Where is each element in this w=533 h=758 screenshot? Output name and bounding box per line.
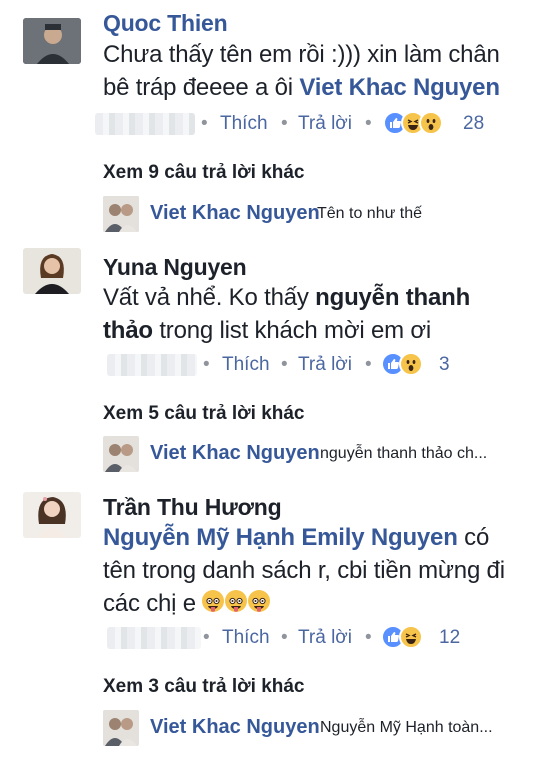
comment-1: Quoc Thien Chưa thấy tên em rồi :))) xin… (0, 0, 533, 240)
avatar[interactable] (23, 492, 81, 538)
timestamp-blurred (107, 354, 197, 376)
comment-text-part: Vất vả nhể. Ko thấy (103, 284, 316, 311)
separator-dot: • (201, 113, 208, 134)
like-button[interactable]: Thích (220, 110, 268, 138)
reply-avatar[interactable] (103, 436, 139, 472)
reply-avatar[interactable] (103, 196, 139, 232)
reaction-count[interactable]: 12 (439, 624, 460, 652)
separator-dot: • (203, 627, 210, 648)
avatar-photo-icon (103, 710, 139, 746)
mention-link[interactable]: Emily Nguyen (301, 524, 458, 551)
avatar-photo-icon (23, 492, 81, 538)
view-more-replies-link[interactable]: Xem 5 câu trả lời khác (103, 403, 305, 425)
avatar[interactable] (23, 18, 81, 64)
reply-preview[interactable]: Viet Khac Nguyen Tên to như thế (103, 196, 523, 234)
like-button[interactable]: Thích (222, 624, 270, 652)
mention-link[interactable]: Viet Khac Nguyen (299, 74, 500, 101)
wow-reaction-icon (399, 352, 423, 376)
reply-text: Tên to như thế (317, 205, 422, 222)
separator-dot: • (365, 354, 372, 375)
reaction-count[interactable]: 3 (439, 351, 450, 379)
timestamp-blurred (95, 113, 195, 135)
comment-actions: • Thích • Trả lời • 28 (95, 110, 503, 138)
reply-text: nguyễn thanh thảo ch... (320, 445, 488, 462)
timestamp-blurred (107, 627, 201, 649)
comment-text: Vất vả nhể. Ko thấy nguyễn thanh thảo tr… (103, 281, 523, 347)
avatar-photo-icon (103, 196, 139, 232)
separator-dot: • (281, 627, 288, 648)
commenter-name[interactable]: Quoc Thien (103, 10, 228, 37)
reply-preview[interactable]: Viet Khac Nguyen Nguyễn Mỹ Hạnh toàn... (103, 710, 523, 748)
reply-button[interactable]: Trả lời (298, 624, 352, 652)
commenter-name[interactable]: Yuna Nguyen (103, 254, 247, 281)
reply-author-name[interactable]: Viet Khac Nguyen (150, 442, 320, 465)
commenter-name[interactable]: Trần Thu Hương (103, 494, 282, 521)
avatar[interactable] (23, 248, 81, 294)
avatar-photo-icon (23, 248, 81, 294)
tongue-out-emoji-icon (225, 590, 248, 612)
comment-3: Trần Thu Hương Nguyễn Mỹ Hạnh Emily Nguy… (0, 484, 533, 758)
comment-actions: • Thích • Trả lời • 3 (103, 351, 503, 379)
comment-text: Nguyễn Mỹ Hạnh Emily Nguyen có tên trong… (103, 521, 523, 620)
reaction-count[interactable]: 28 (463, 110, 484, 138)
view-more-replies-link[interactable]: Xem 9 câu trả lời khác (103, 162, 305, 184)
separator-dot: • (281, 354, 288, 375)
comment-actions: • Thích • Trả lời • 12 (103, 624, 503, 652)
reply-button[interactable]: Trả lời (298, 351, 352, 379)
reply-preview[interactable]: Viet Khac Nguyen nguyễn thanh thảo ch... (103, 436, 523, 474)
tongue-out-emoji-icon (248, 590, 271, 612)
separator-dot: • (281, 113, 288, 134)
reply-author-name[interactable]: Viet Khac Nguyen (150, 716, 320, 739)
reactions-summary[interactable] (383, 111, 463, 137)
tongue-out-emoji-icon (202, 590, 225, 612)
comment-text-part: trong list khách mời em ơi (152, 317, 432, 344)
separator-dot: • (365, 627, 372, 648)
mention-link[interactable]: Nguyễn Mỹ Hạnh (103, 524, 295, 551)
like-button[interactable]: Thích (222, 351, 270, 379)
reply-text: Nguyễn Mỹ Hạnh toàn... (320, 719, 493, 736)
wow-reaction-icon (419, 111, 443, 135)
comment-text: Chưa thấy tên em rồi :))) xin làm chân b… (103, 38, 523, 104)
reply-avatar[interactable] (103, 710, 139, 746)
separator-dot: • (203, 354, 210, 375)
reactions-summary[interactable] (381, 352, 441, 378)
separator-dot: • (365, 113, 372, 134)
reactions-summary[interactable] (381, 625, 441, 651)
reply-button[interactable]: Trả lời (298, 110, 352, 138)
avatar-photo-icon (23, 18, 81, 64)
comment-2: Yuna Nguyen Vất vả nhể. Ko thấy nguyễn t… (0, 244, 533, 484)
view-more-replies-link[interactable]: Xem 3 câu trả lời khác (103, 676, 305, 698)
reply-author-name[interactable]: Viet Khac Nguyen (150, 202, 320, 225)
haha-reaction-icon (399, 625, 423, 649)
avatar-photo-icon (103, 436, 139, 472)
